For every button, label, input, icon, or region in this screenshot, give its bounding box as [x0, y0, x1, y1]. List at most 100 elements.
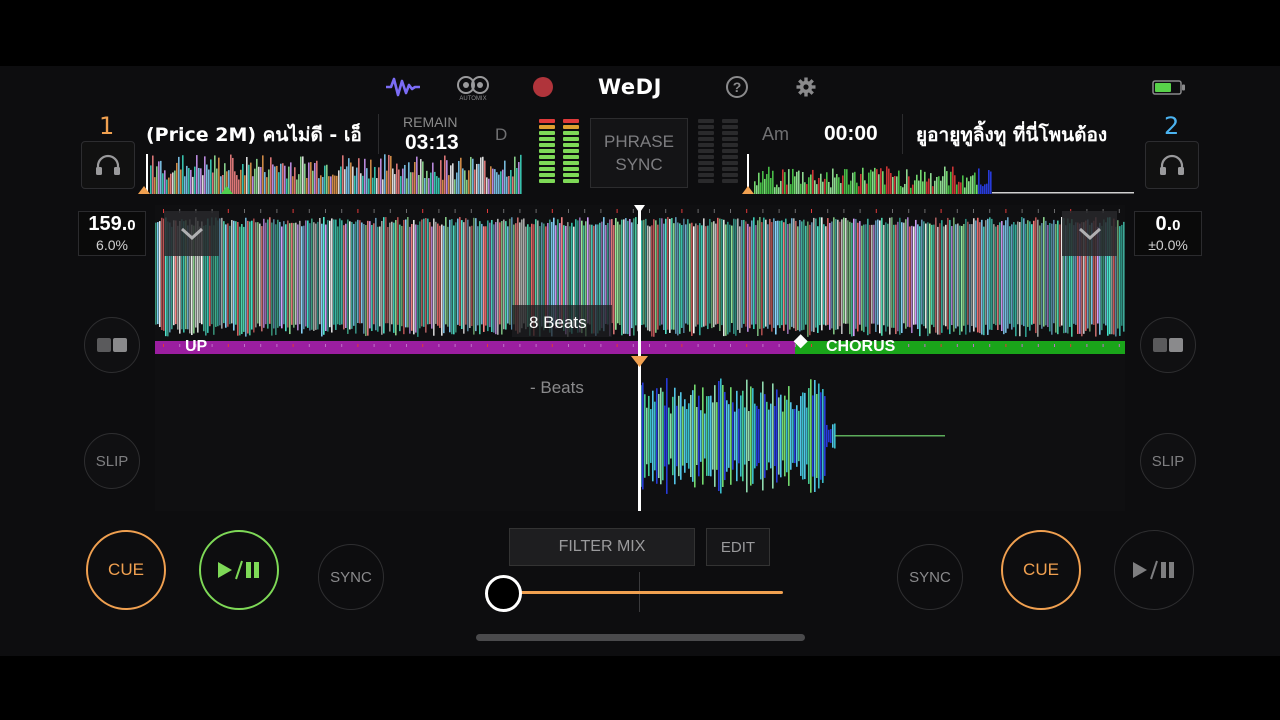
- deck1-remain-time[interactable]: 03:13: [405, 131, 459, 155]
- overview-bar: [276, 165, 278, 194]
- deck2-overview-waveform[interactable]: [742, 154, 1134, 194]
- deck2-bpm: 0.: [1155, 213, 1173, 235]
- deck2-zoom-dropdown[interactable]: [1062, 211, 1117, 256]
- deck2-time[interactable]: 00:00: [824, 122, 878, 146]
- pads-icon: [1153, 338, 1183, 352]
- deck1-play-pause-button[interactable]: [199, 530, 279, 610]
- overview-bar: [926, 181, 928, 194]
- overview-bar: [514, 156, 516, 194]
- waveform-bar: [769, 218, 771, 325]
- filter-mix-button[interactable]: FILTER MIX: [509, 528, 695, 566]
- deck1-overview-waveform[interactable]: [138, 154, 528, 194]
- waveform-bar: [754, 403, 756, 469]
- deck1-bpm-display[interactable]: 159.0 6.0%: [78, 211, 146, 256]
- waveform-bar: [971, 224, 973, 326]
- waveform-bar: [627, 220, 629, 335]
- deck1-pad-mode-button[interactable]: [84, 317, 140, 373]
- overview-bar: [390, 155, 392, 194]
- deck1-cue-button[interactable]: CUE: [86, 530, 166, 610]
- waveform-bar: [725, 224, 727, 336]
- deck2-sync-button[interactable]: SYNC: [897, 544, 963, 610]
- overview-bar: [958, 181, 960, 194]
- phrase-tick: [1118, 344, 1120, 347]
- beat-tick: [697, 209, 699, 213]
- pads-icon: [97, 338, 127, 352]
- waveform-bar: [768, 409, 770, 463]
- waveform-bar: [739, 226, 741, 333]
- waveform-bar: [790, 402, 792, 470]
- waveform-bar: [889, 217, 891, 335]
- zoomed-waveform[interactable]: [155, 205, 1125, 511]
- waveform-bar: [845, 217, 847, 324]
- crossfader-knob[interactable]: [485, 575, 522, 612]
- crossfader-track[interactable]: [503, 591, 783, 594]
- phrase-label-chorus: CHORUS: [826, 338, 896, 355]
- edit-button[interactable]: EDIT: [706, 528, 770, 566]
- deck2-play-pause-button[interactable]: [1114, 530, 1194, 610]
- deck1-zoom-dropdown[interactable]: [164, 211, 219, 256]
- waveform-bar: [341, 220, 343, 325]
- beat-tick: [454, 209, 456, 213]
- help-icon[interactable]: ?: [726, 76, 748, 98]
- waveform-bar: [798, 410, 800, 462]
- waveform-bar: [718, 380, 720, 492]
- deck1-slip-button[interactable]: SLIP: [84, 433, 140, 489]
- waveform-bar: [283, 221, 285, 325]
- overview-bar: [932, 186, 934, 194]
- overview-bar: [458, 160, 460, 194]
- waveform-bar: [663, 223, 665, 330]
- deck2-pad-mode-button[interactable]: [1140, 317, 1196, 373]
- phrase-tick: [778, 344, 780, 347]
- settings-icon[interactable]: [795, 76, 817, 98]
- phrase-sync-button[interactable]: PHRASE SYNC: [590, 118, 688, 188]
- waveform-bar: [803, 219, 805, 330]
- phrase-tick: [389, 344, 391, 347]
- deck1-headphone-button[interactable]: [81, 141, 135, 189]
- waveform-bar: [698, 395, 700, 477]
- waveform-bar: [897, 221, 899, 332]
- divider: [902, 114, 903, 154]
- automix-icon[interactable]: AUTOMIX: [455, 72, 491, 104]
- waveform-bar: [879, 220, 881, 334]
- overview-bar: [988, 170, 990, 194]
- deck2-track-title[interactable]: ยูอายูทูลิ้งทู ที่นี่โพนต้อง: [916, 120, 1128, 150]
- beat-tick: [341, 209, 343, 213]
- waveform-bar: [674, 387, 676, 485]
- waveform-bar: [279, 221, 281, 327]
- overview-bar: [484, 160, 486, 194]
- overview-bar: [854, 171, 856, 194]
- waveform-bar: [361, 222, 363, 324]
- beat-tick: [357, 209, 359, 213]
- waveform-bar: [347, 219, 349, 334]
- deck1-track-title[interactable]: (Price 2M) คนไม่ดี - เอ็: [146, 120, 364, 150]
- deck2-cue-button[interactable]: CUE: [1001, 530, 1081, 610]
- waveform-bar: [708, 396, 710, 476]
- overview-bar: [362, 175, 364, 194]
- waveform-bar: [731, 225, 733, 324]
- overview-bar: [264, 172, 266, 194]
- overview-bar: [170, 173, 172, 194]
- waveform-bar: [643, 219, 645, 325]
- overview-bar: [786, 184, 788, 194]
- waveform-bar: [758, 408, 760, 464]
- waveform-bar: [901, 222, 903, 334]
- waveform-bar: [849, 221, 851, 335]
- phrase-tick: [519, 344, 521, 347]
- deck1-sync-button[interactable]: SYNC: [318, 544, 384, 610]
- waveform-icon[interactable]: [384, 74, 422, 100]
- deck2-slip-button[interactable]: SLIP: [1140, 433, 1196, 489]
- waveform-bar: [923, 221, 925, 327]
- waveform-bar: [307, 220, 309, 328]
- overview-bar: [814, 180, 816, 194]
- waveform-bar: [451, 219, 453, 335]
- deck2-headphone-button[interactable]: [1145, 141, 1199, 189]
- deck2-bpm-display[interactable]: 0.0 ±0.0%: [1134, 211, 1202, 256]
- phrase-tick: [730, 344, 731, 347]
- record-icon[interactable]: [533, 77, 553, 97]
- waveform-bar: [385, 217, 387, 324]
- overview-bar: [990, 171, 992, 194]
- beat-tick: [746, 209, 748, 213]
- waveform-bar: [281, 226, 283, 329]
- waveform-bar: [157, 222, 159, 325]
- overview-bar: [850, 180, 852, 194]
